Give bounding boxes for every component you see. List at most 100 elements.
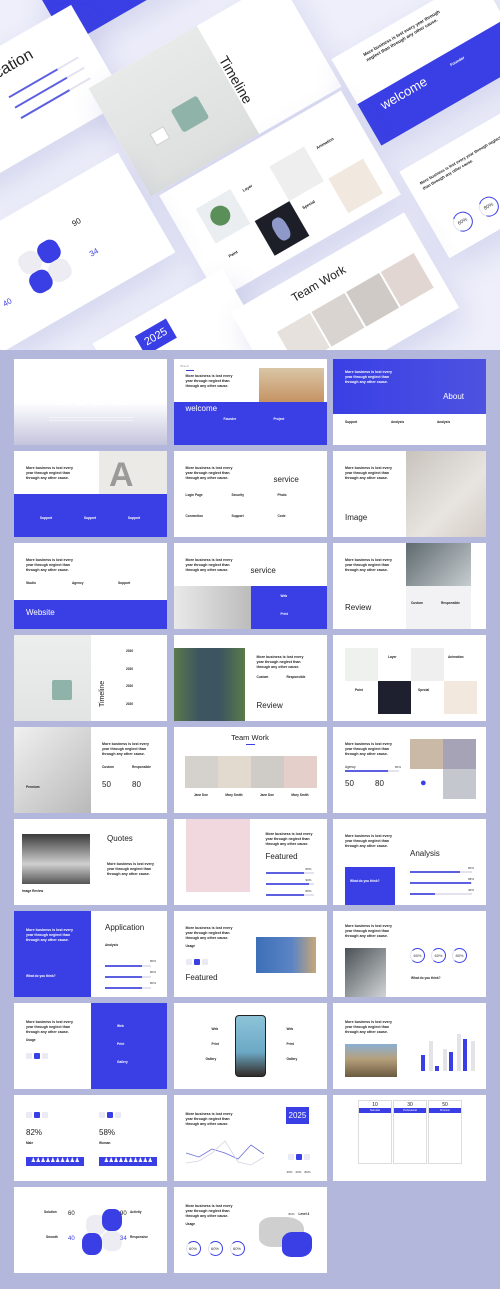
pricing-card[interactable]: 10 Standard xyxy=(358,1100,392,1164)
barchart-headline: More business is lost every year through… xyxy=(345,1020,392,1034)
map-callout-label: Level 4 xyxy=(298,1212,310,1216)
service-item: Code xyxy=(277,514,286,518)
website-col: Agency xyxy=(72,581,84,585)
premium-stat: 50 xyxy=(102,780,111,789)
review2-col: Responsible xyxy=(286,675,306,679)
slide-review[interactable]: More business is lost every year through… xyxy=(333,543,486,629)
image-headline: More business is lost every year through… xyxy=(345,466,392,480)
usage-headline: More business is lost every year through… xyxy=(26,1020,73,1034)
agency-stat: 80 xyxy=(375,779,384,788)
slide-map[interactable]: More business is lost every year through… xyxy=(173,1187,327,1273)
slide-linechart[interactable]: More business is lost every year through… xyxy=(173,1095,327,1181)
map-headline: More business is lost every year through… xyxy=(185,1204,233,1218)
team-photo xyxy=(217,756,251,788)
slide-support[interactable]: More business is lost every year through… xyxy=(14,451,167,537)
slide-quotes[interactable]: Image Review Quotes More business is los… xyxy=(14,819,167,905)
slide-analysis[interactable]: More business is lost every year through… xyxy=(333,819,486,905)
timeline-year: 2020 xyxy=(126,649,134,653)
analysis-title: Analysis xyxy=(410,849,440,858)
slide-gallery[interactable]: Layer Animation Paint Special xyxy=(333,635,486,721)
featured2-headline: More business is lost every year through… xyxy=(185,926,233,940)
about-title: About xyxy=(443,392,464,401)
slide-usage[interactable]: More business is lost every year through… xyxy=(14,1003,167,1089)
welcome-founder: Founder xyxy=(448,54,466,68)
slide-service[interactable]: More business is lost every year through… xyxy=(173,451,327,537)
application-bar-value: 80% xyxy=(150,970,157,974)
gear-value: 40 xyxy=(1,296,14,309)
premium-col: Responsible xyxy=(132,765,151,769)
timeline-year: 2020 xyxy=(126,667,134,671)
slide-review-2[interactable]: More business is lost every year through… xyxy=(173,635,327,721)
quotes-caption: Image Review xyxy=(22,889,44,893)
letter-a-photo: A xyxy=(99,451,167,494)
about-col: Analysis xyxy=(391,420,405,424)
year-badge: 2025 xyxy=(285,1107,310,1124)
slide-featured[interactable]: More business is lost every year through… xyxy=(173,819,327,905)
slide-code[interactable]: CODE xyxy=(14,359,167,445)
slide-barchart[interactable]: More business is lost every year through… xyxy=(333,1003,486,1089)
slide-application[interactable]: More business is lost every year through… xyxy=(14,911,167,997)
people-stat: 82% xyxy=(26,1128,43,1137)
project-label: Project xyxy=(273,417,285,421)
team-name: Mary Smith xyxy=(225,793,243,797)
door-photo xyxy=(173,648,245,721)
hero-mockup: lication Timeline More business is lost … xyxy=(0,0,500,350)
phone-right-item: Web xyxy=(286,1027,294,1031)
analysis-box-title: What do you think? xyxy=(350,879,380,883)
service2-item: Web xyxy=(280,594,288,598)
progress-ring: 60% xyxy=(207,1241,223,1256)
service2-item: Print xyxy=(280,612,288,616)
featured2-title: Featured xyxy=(185,973,218,982)
analysis-headline: More business is lost every year through… xyxy=(345,834,392,848)
gallery-label-special: Special xyxy=(301,198,316,211)
application-title: lication xyxy=(0,46,37,86)
team-photo xyxy=(184,756,218,788)
gear-value: 60 xyxy=(68,1211,75,1217)
support-col: Support xyxy=(127,516,141,520)
slide-timeline[interactable]: Timeline 2020 2020 2020 2020 xyxy=(14,635,167,721)
slide-service-2[interactable]: More business is lost every year through… xyxy=(173,543,327,629)
slide-pricing[interactable]: 10 Standard 30 Professional 50 Premium xyxy=(333,1095,486,1181)
phone-left-item: Print xyxy=(211,1042,219,1046)
gear-value: 90 xyxy=(120,1211,127,1217)
service-headline: More business is lost every year through… xyxy=(185,466,233,480)
pricing-card[interactable]: 50 Premium xyxy=(428,1100,462,1164)
slide-about[interactable]: More business is lost every year through… xyxy=(333,359,486,445)
founder-label: Founder xyxy=(223,417,237,421)
woman-photo xyxy=(14,727,91,813)
plan-name: Professional xyxy=(394,1108,426,1113)
map-callout-value: 80% xyxy=(288,1212,295,1216)
agency-stat: 50 xyxy=(345,779,354,788)
slide-people[interactable]: 82% 58% Male Woman ♟♟♟♟♟♟♟♟♟♟ ♟♟♟♟♟♟♟♟♟♟ xyxy=(14,1095,167,1181)
slide-gears[interactable]: 60 Solution 90 Activity 40 Smooth 34 Res… xyxy=(14,1187,167,1273)
progress-ring: 80% xyxy=(452,948,467,963)
application-headline: More business is lost every year through… xyxy=(26,928,73,942)
support-headline: More business is lost every year through… xyxy=(26,466,73,480)
slide-premium[interactable]: Premium More business is lost every year… xyxy=(14,727,167,813)
analysis-bar-value: 80% xyxy=(468,866,475,870)
slide-website[interactable]: More business is lost every year through… xyxy=(14,543,167,629)
website-title: Website xyxy=(26,608,55,617)
service-item: Connection xyxy=(185,514,204,518)
pricing-card[interactable]: 30 Professional xyxy=(393,1100,427,1164)
review-title: Review xyxy=(345,603,372,612)
featured-bar-value: 80% xyxy=(305,889,312,893)
slide-team[interactable]: Team Work Jane Doe Mary Smith Jane Doe M… xyxy=(173,727,327,813)
usage-item: Gallery xyxy=(117,1060,128,1064)
slide-rings[interactable]: More business is lost every year through… xyxy=(333,911,486,997)
progress-ring: 60% xyxy=(410,948,425,963)
team-name: Mary Smith xyxy=(291,793,309,797)
city-photo xyxy=(258,368,324,405)
gear-value: 34 xyxy=(120,1236,127,1242)
slide-welcome[interactable]: Brand More business is lost every year t… xyxy=(173,359,327,445)
people-icons-male: ♟♟♟♟♟♟♟♟♟♟ xyxy=(26,1157,84,1166)
map-highlight-region xyxy=(281,1232,312,1257)
application-bar-value: 80% xyxy=(150,959,157,963)
gear-value: 34 xyxy=(87,246,101,259)
slide-image[interactable]: More business is lost every year through… xyxy=(333,451,486,537)
slide-featured-2[interactable]: More business is lost every year through… xyxy=(173,911,327,997)
welcome-title: welcome xyxy=(185,404,218,413)
laptop-photo xyxy=(345,948,386,997)
slide-phone[interactable]: Web Print Gallery Web Print Gallery xyxy=(173,1003,327,1089)
slide-agency[interactable]: More business is lost every year through… xyxy=(333,727,486,813)
